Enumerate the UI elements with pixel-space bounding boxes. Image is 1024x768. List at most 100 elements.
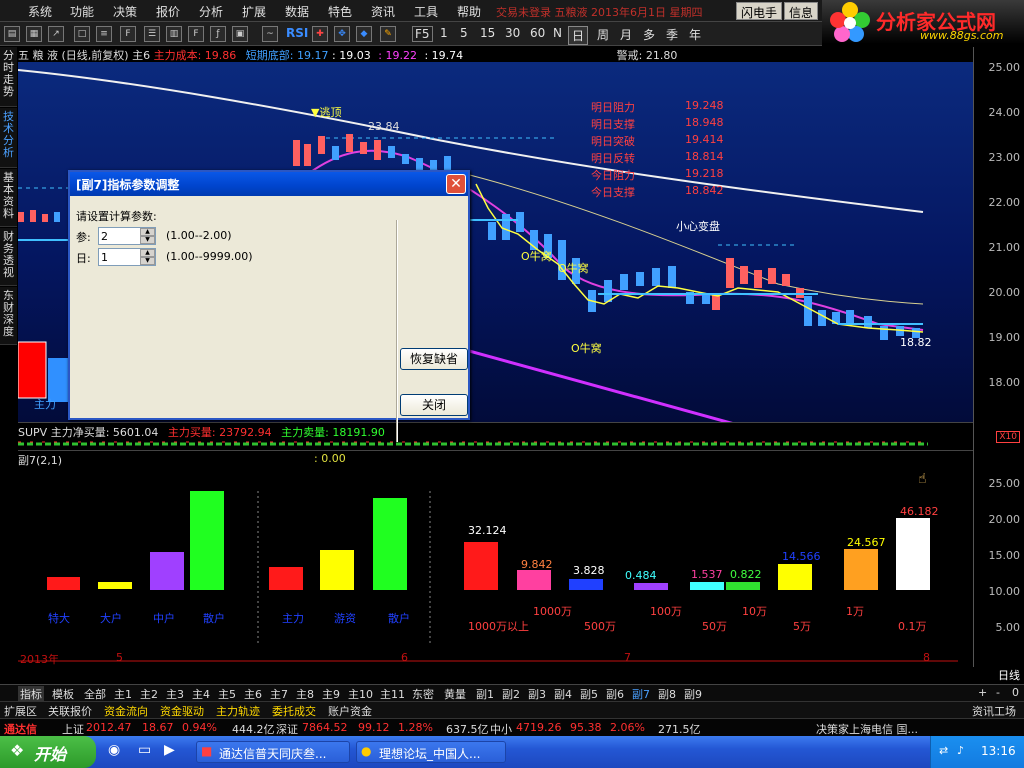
period-month-button[interactable]: 月 — [620, 26, 632, 43]
tab-sub2[interactable]: 副2 — [500, 686, 522, 702]
move-icon[interactable]: ✥ — [334, 26, 350, 42]
vtab-fundamentals[interactable]: 基本资料 — [0, 169, 17, 227]
f10-icon[interactable]: F — [120, 26, 136, 42]
dialog-close-icon[interactable]: ✕ — [446, 174, 466, 194]
param2-stepper[interactable]: ▲ ▼ — [98, 248, 156, 266]
menu-analysis[interactable]: 分析 — [199, 3, 223, 20]
menu-quote[interactable]: 报价 — [156, 3, 180, 20]
menu-help[interactable]: 帮助 — [457, 3, 481, 20]
grid-icon[interactable]: ▦ — [26, 26, 42, 42]
pencil-icon[interactable]: ✎ — [380, 26, 396, 42]
list-icon[interactable]: ☰ — [144, 26, 160, 42]
tab-sub9[interactable]: 副9 — [682, 686, 704, 702]
window-icon[interactable]: □ — [74, 26, 90, 42]
param2-down-icon[interactable]: ▼ — [140, 257, 155, 265]
vtab-technical[interactable]: 技术分析 — [0, 108, 17, 168]
calc-icon[interactable]: ▣ — [232, 26, 248, 42]
tab-template[interactable]: 模板 — [50, 686, 76, 702]
news-icon[interactable]: ≡ — [96, 26, 112, 42]
tab-indicator[interactable]: 指标 — [18, 686, 44, 702]
period-1min-button[interactable]: 1 — [440, 26, 448, 40]
info-button[interactable]: 信息 — [784, 2, 819, 20]
task-browser[interactable]: ● 理想论坛_中国人... — [356, 741, 506, 763]
param1-up-icon[interactable]: ▲ — [140, 228, 155, 236]
tab-sub5[interactable]: 副5 — [578, 686, 600, 702]
vtab-depth[interactable]: 东财深度 — [0, 287, 17, 345]
quicklaunch-desktop-icon[interactable]: ▭ — [138, 742, 151, 758]
pin-icon[interactable]: ✚ — [312, 26, 328, 42]
menu-decision[interactable]: 决策 — [113, 3, 137, 20]
param1-down-icon[interactable]: ▼ — [140, 236, 155, 244]
period-n-button[interactable]: N — [553, 26, 562, 40]
period-year-button[interactable]: 年 — [689, 26, 701, 43]
tab-huangliang[interactable]: 黄量 — [442, 686, 468, 702]
period-f5-button[interactable]: F5 — [412, 26, 433, 42]
tab-main6[interactable]: 主6 — [242, 686, 264, 702]
network-icon[interactable]: ⇄ — [939, 744, 948, 757]
period-60min-button[interactable]: 60 — [530, 26, 545, 40]
period-week-button[interactable]: 周 — [597, 26, 609, 43]
dialog-close-button[interactable]: 关闭 — [400, 394, 468, 416]
period-30min-button[interactable]: 30 — [505, 26, 520, 40]
period-5min-button[interactable]: 5 — [460, 26, 468, 40]
menu-special[interactable]: 特色 — [328, 3, 352, 20]
period-multi-button[interactable]: 多 — [643, 26, 655, 43]
zoom-reset-button[interactable]: 0 — [1010, 686, 1021, 699]
param2-input[interactable] — [101, 250, 139, 264]
tab-all[interactable]: 全部 — [82, 686, 108, 702]
supv-panel[interactable]: SUPV 主力净买量: 5601.04 主力买量: 23792.94 主力卖量:… — [18, 422, 973, 450]
tab-main10[interactable]: 主10 — [346, 686, 375, 702]
period-day-button[interactable]: 日 — [568, 26, 589, 45]
tab-sub4[interactable]: 副4 — [552, 686, 574, 702]
tab-main7[interactable]: 主7 — [268, 686, 290, 702]
zoom-in-button[interactable]: + — [976, 686, 989, 699]
ftab-fund-drive[interactable]: 资金驱动 — [160, 703, 204, 719]
zoom-out-button[interactable]: - — [994, 686, 1002, 699]
period-quarter-button[interactable]: 季 — [666, 26, 678, 43]
menu-news[interactable]: 资讯 — [371, 3, 395, 20]
vtab-finance[interactable]: 财务透视 — [0, 228, 17, 286]
ftab-orders[interactable]: 委托成交 — [272, 703, 316, 719]
chart-line-icon[interactable]: ↗ — [48, 26, 64, 42]
ftab-extend[interactable]: 扩展区 — [4, 703, 37, 719]
param2-up-icon[interactable]: ▲ — [140, 249, 155, 257]
restore-default-button[interactable]: 恢复缺省 — [400, 348, 468, 370]
tab-sub1[interactable]: 副1 — [474, 686, 496, 702]
menu-data[interactable]: 数据 — [285, 3, 309, 20]
quicklaunch-media-icon[interactable]: ▶ — [164, 742, 175, 758]
dialog-titlebar[interactable]: [副7]指标参数调整 ✕ — [70, 172, 468, 196]
rsi-button[interactable]: RSI — [286, 26, 308, 40]
tab-sub6[interactable]: 副6 — [604, 686, 626, 702]
quote-list-icon[interactable]: ▤ — [4, 26, 20, 42]
tab-sub7[interactable]: 副7 — [630, 686, 652, 702]
vtab-intraday[interactable]: 分时走势 — [0, 47, 17, 107]
tab-main5[interactable]: 主5 — [216, 686, 238, 702]
ftab-news-workshop[interactable]: 资讯工场 — [972, 703, 1016, 719]
sub7-indicator-panel[interactable]: 副7(2,1) : 0.00 特大 大户 中户 散户 主力 游资 散户 32.1… — [18, 450, 973, 666]
ftab-related[interactable]: 关联报价 — [48, 703, 92, 719]
flash-trade-button[interactable]: 闪电手 — [736, 2, 783, 20]
f2-icon[interactable]: F — [188, 26, 204, 42]
param1-input[interactable] — [101, 229, 139, 243]
tab-main8[interactable]: 主8 — [294, 686, 316, 702]
tab-main9[interactable]: 主9 — [320, 686, 342, 702]
tab-main4[interactable]: 主4 — [190, 686, 212, 702]
menu-function[interactable]: 功能 — [70, 3, 94, 20]
quicklaunch-ie-icon[interactable]: ◉ — [108, 742, 120, 758]
tab-main11[interactable]: 主11 — [378, 686, 407, 702]
formula-icon[interactable]: ƒ — [210, 26, 226, 42]
tab-main2[interactable]: 主2 — [138, 686, 160, 702]
ftab-main-track[interactable]: 主力轨迹 — [216, 703, 260, 719]
start-button[interactable]: ❖ 开始 — [0, 736, 96, 768]
tab-sub3[interactable]: 副3 — [526, 686, 548, 702]
menu-extend[interactable]: 扩展 — [242, 3, 266, 20]
tab-main3[interactable]: 主3 — [164, 686, 186, 702]
table-icon[interactable]: ▥ — [166, 26, 182, 42]
menu-tools[interactable]: 工具 — [414, 3, 438, 20]
kline-icon[interactable]: ~ — [262, 26, 278, 42]
task-tdx[interactable]: ■ 通达信普天同庆叁... — [196, 741, 350, 763]
volume-icon[interactable]: ♪ — [957, 744, 964, 757]
menu-system[interactable]: 系统 — [28, 3, 52, 20]
ftab-fund-flow[interactable]: 资金流向 — [104, 703, 148, 719]
tab-sub8[interactable]: 副8 — [656, 686, 678, 702]
